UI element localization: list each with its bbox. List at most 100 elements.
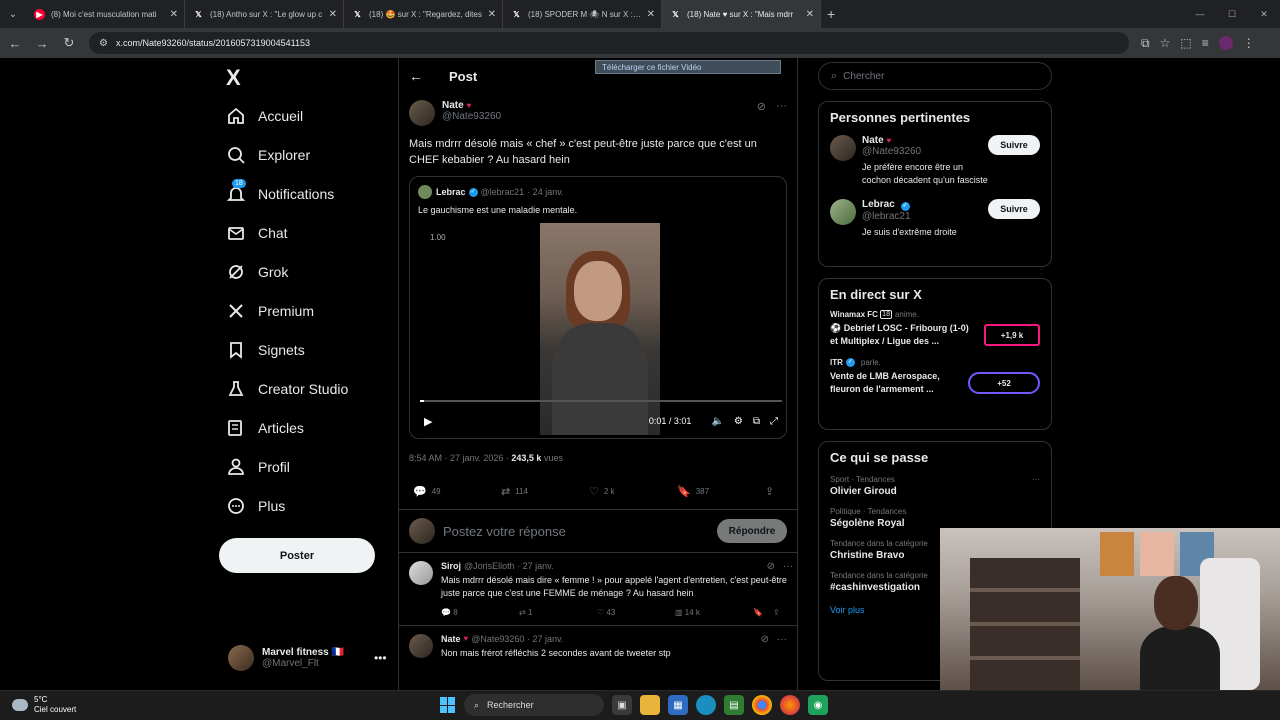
like-button[interactable]: ♡ 43 xyxy=(597,608,675,617)
site-info-icon[interactable]: ⚙ xyxy=(99,38,108,49)
search-input[interactable]: ⌕ Chercher xyxy=(818,62,1052,90)
author-name[interactable]: Nate xyxy=(442,100,464,111)
reply-button[interactable]: 💬 8 xyxy=(441,608,519,617)
sidebar-item-creator-studio[interactable]: Creator Studio xyxy=(226,369,348,408)
video-frame[interactable] xyxy=(540,223,660,435)
play-icon[interactable]: ▶ xyxy=(424,415,432,428)
more-icon[interactable]: ··· xyxy=(1032,475,1040,484)
tab-search-button[interactable]: ⌄ xyxy=(0,0,26,28)
reply-author-handle[interactable]: @Nate93260 · 27 janv. xyxy=(471,634,563,645)
reply-button[interactable]: 💬 49 xyxy=(413,479,501,503)
reply-author-name[interactable]: Nate xyxy=(441,634,461,645)
x-logo-icon[interactable]: X xyxy=(226,65,241,91)
more-icon[interactable]: ··· xyxy=(783,561,793,572)
person-card[interactable]: Lebrac ✓ @lebrac21 Je suis d'extrême dro… xyxy=(819,193,1051,245)
sidebar-item-chat[interactable]: Chat xyxy=(226,213,348,252)
live-item[interactable]: ITR ✓ parle. Vente de LMB Aerospace, fle… xyxy=(819,354,1051,402)
url-input[interactable]: ⚙ x.com/Nate93260/status/201605731900454… xyxy=(89,32,1129,54)
forward-icon[interactable]: → xyxy=(30,31,54,55)
browser-tab[interactable]: 𝕏 (18) 🤩 sur X : "Regardez, dites ✕ xyxy=(344,0,503,28)
share-button[interactable]: ⇪ xyxy=(765,479,779,503)
like-button[interactable]: ♡ 2 k xyxy=(589,479,677,503)
follow-button[interactable]: Suivre xyxy=(988,135,1040,155)
sidebar-item-profil[interactable]: Profil xyxy=(226,447,348,486)
reply-submit-button[interactable]: Répondre xyxy=(717,519,787,543)
repost-button[interactable]: ⇄ 1 xyxy=(519,608,597,617)
quoted-tweet[interactable]: Lebrac ✓ @lebrac21 · 24 janv. Le gauchis… xyxy=(409,176,787,439)
new-tab-button[interactable]: + xyxy=(827,6,835,22)
grok-icon[interactable]: ⊘ xyxy=(767,561,775,572)
avatar[interactable] xyxy=(409,634,433,658)
person-name[interactable]: Nate xyxy=(862,135,884,146)
sidebar-item-premium[interactable]: Premium xyxy=(226,291,348,330)
windows-start-icon[interactable] xyxy=(440,697,456,713)
weather-widget[interactable]: 5°C Ciel couvert xyxy=(12,695,76,715)
close-icon[interactable]: ✕ xyxy=(488,9,496,20)
file-explorer-icon[interactable] xyxy=(640,695,660,715)
reply-tweet[interactable]: Nate ♥ @Nate93260 · 27 janv. ⊘ ··· Non ma… xyxy=(399,626,797,660)
app-icon[interactable]: ◉ xyxy=(808,695,828,715)
live-item[interactable]: Winamax FC 18 anime. ⚽ Debrief LOSC - Fr… xyxy=(819,306,1051,354)
maximize-icon[interactable]: ☐ xyxy=(1216,0,1248,28)
chrome-icon[interactable] xyxy=(752,695,772,715)
avatar[interactable] xyxy=(830,199,856,225)
browser-tab-active[interactable]: 𝕏 (18) Nate ♥ sur X : "Mais mdrr ✕ xyxy=(662,0,821,28)
edge-icon[interactable] xyxy=(696,695,716,715)
tweet-timestamp[interactable]: 8:54 AM · 27 janv. 2026 · xyxy=(409,453,511,463)
author-name-row[interactable]: Nate ♥ xyxy=(442,100,501,111)
close-icon[interactable]: ✕ xyxy=(329,9,337,20)
browser-tab[interactable]: ▶ (8) Moi c'est musculation mati ✕ xyxy=(26,0,185,28)
extensions-icon[interactable]: ⬚ xyxy=(1180,36,1191,50)
views-button[interactable]: ▥ 14 k xyxy=(675,608,753,617)
bookmark-icon[interactable]: 🔖 xyxy=(753,608,773,617)
person-card[interactable]: Nate ♥ @Nate93260 Je préfère encore être… xyxy=(819,129,1051,193)
media-icon[interactable]: ≡ xyxy=(1202,36,1209,50)
more-icon[interactable]: ••• xyxy=(374,651,387,665)
avatar[interactable] xyxy=(409,100,435,126)
back-icon[interactable]: ← xyxy=(3,31,27,55)
install-icon[interactable]: ⧉ xyxy=(1141,36,1150,51)
sidebar-item-grok[interactable]: Grok xyxy=(226,252,348,291)
grok-icon[interactable]: ⊘ xyxy=(761,634,769,645)
reply-tweet[interactable]: Siroj @JorisElloth · 27 janv. ⊘ ··· Mais … xyxy=(399,553,797,626)
grok-icon[interactable]: ⊘ xyxy=(757,100,766,113)
reload-icon[interactable]: ↻ xyxy=(57,31,81,55)
close-icon[interactable]: ✕ xyxy=(647,9,655,20)
close-window-icon[interactable]: ✕ xyxy=(1248,0,1280,28)
task-view-icon[interactable]: ▣ xyxy=(612,695,632,715)
avatar[interactable] xyxy=(830,135,856,161)
profile-avatar[interactable] xyxy=(1218,36,1233,50)
back-arrow-icon[interactable]: ← xyxy=(409,68,423,84)
store-icon[interactable]: ▦ xyxy=(668,695,688,715)
bookmark-button[interactable]: 🔖 387 xyxy=(677,479,765,503)
follow-button[interactable]: Suivre xyxy=(988,199,1040,219)
close-icon[interactable]: ✕ xyxy=(170,9,178,20)
sidebar-item-articles[interactable]: Articles xyxy=(226,408,348,447)
person-name[interactable]: Lebrac xyxy=(862,199,895,210)
menu-icon[interactable]: ⋮ xyxy=(1243,36,1255,50)
share-icon[interactable]: ⇪ xyxy=(773,608,793,617)
browser-tab[interactable]: 𝕏 (18) SPODER M 🕷 N sur X : "Ah ✕ xyxy=(503,0,662,28)
person-handle[interactable]: @lebrac21 xyxy=(862,211,988,222)
sidebar-item-accueil[interactable]: Accueil xyxy=(226,96,348,135)
browser-tab[interactable]: 𝕏 (18) Antho sur X : "Le glow up c ✕ xyxy=(185,0,344,28)
close-icon[interactable]: ✕ xyxy=(806,9,814,20)
volume-icon[interactable]: 🔈 xyxy=(711,416,723,427)
more-icon[interactable]: ··· xyxy=(776,100,787,113)
sidebar-item-plus[interactable]: Plus xyxy=(226,486,348,525)
download-video-banner[interactable]: Télécharger ce fichier Vidéo xyxy=(595,60,781,74)
star-icon[interactable]: ☆ xyxy=(1160,36,1171,50)
minimize-icon[interactable]: — xyxy=(1184,0,1216,28)
sidebar-item-notifications[interactable]: 18 Notifications xyxy=(226,174,348,213)
fullscreen-icon[interactable]: ⤢ xyxy=(770,416,778,427)
post-button[interactable]: Poster xyxy=(219,538,375,573)
trend-item[interactable]: Sport · Tendances ··· Olivier Giroud xyxy=(819,469,1051,501)
settings-icon[interactable]: ⚙ xyxy=(734,416,743,427)
firefox-icon[interactable] xyxy=(780,695,800,715)
sidebar-item-signets[interactable]: Signets xyxy=(226,330,348,369)
excel-icon[interactable]: ▤ xyxy=(724,695,744,715)
avatar[interactable] xyxy=(409,561,433,585)
author-handle[interactable]: @Nate93260 xyxy=(442,111,501,122)
reply-author-handle[interactable]: @JorisElloth · 27 janv. xyxy=(464,561,554,572)
pip-icon[interactable]: ⧉ xyxy=(753,416,760,427)
